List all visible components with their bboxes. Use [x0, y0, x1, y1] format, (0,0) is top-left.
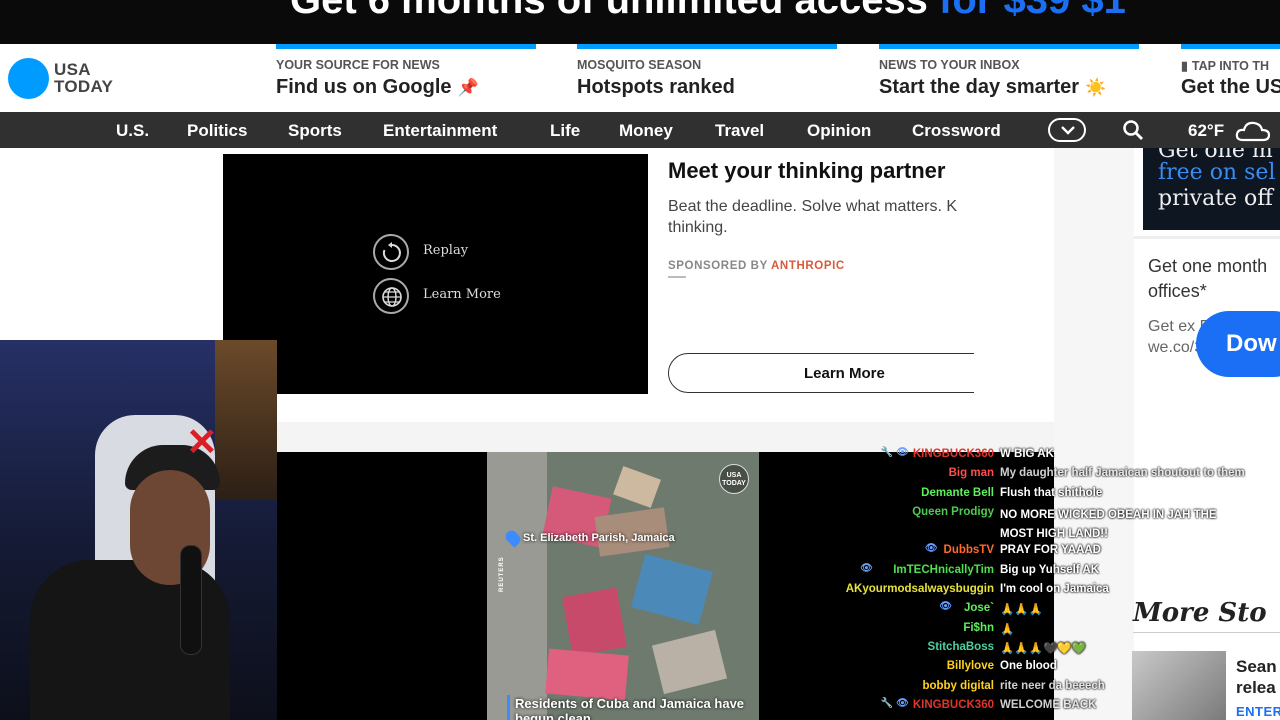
chat-message: StitchaBoss 🙏🙏🙏🖤💛💚 [0, 640, 1280, 659]
nav-sports[interactable]: Sports [288, 121, 342, 141]
sidebar-ad-line: private off [1158, 186, 1273, 211]
divider [668, 276, 686, 278]
chat-text: WELCOME BACK [1000, 699, 1097, 711]
chat-username[interactable]: bobby digital [922, 680, 994, 692]
chat-username[interactable]: Billylove [947, 660, 994, 672]
chat-badge-icon: 👁 [860, 563, 873, 574]
chat-username[interactable]: DubbsTV [944, 544, 994, 556]
search-icon[interactable] [1122, 119, 1144, 141]
promo-eyebrow: ▮ TAP INTO TH [1181, 59, 1269, 73]
promo-headline: Hotspots ranked [577, 76, 735, 98]
chat-username[interactable]: Queen Prodigy [912, 506, 994, 518]
chat-message: Billylove One blood [0, 659, 1280, 678]
chat-message: 🔧 👁 KINGBUCK360 W BIG AK [0, 447, 1280, 466]
chat-text: 🙏 [1000, 624, 1015, 636]
chat-message: AKyourmodsalwaysbuggin I'm cool on Jamaic… [0, 582, 1280, 601]
chat-badge-icon: 👁 [924, 543, 938, 554]
promo-banner-text: Get 6 months of unlimited access for $39… [290, 0, 1126, 22]
chat-badge-icon: 👁 [939, 601, 952, 612]
ad-learn-more-button[interactable]: Learn More [668, 353, 974, 393]
ad-video-player[interactable]: Replay Learn More [223, 154, 648, 394]
learn-more-label: Learn More [423, 287, 501, 302]
promo-banner[interactable]: Get 6 months of unlimited access for $39… [0, 0, 1280, 44]
promo-accent-bar [577, 44, 837, 49]
nav-entertainment[interactable]: Entertainment [383, 121, 497, 141]
promo-headline: Find us on Google 📌 [276, 76, 479, 98]
nav-us[interactable]: U.S. [116, 121, 149, 141]
chat-badge-icon: 🔧 👁 [880, 447, 909, 458]
replay-icon [382, 242, 401, 262]
site-header: USA TODAY YOUR SOURCE FOR NEWS Find us o… [0, 44, 1280, 112]
chat-text: My daughter half Jamaican shoutout to th… [1000, 467, 1245, 479]
chat-text: Big up Yuhself AK [1000, 564, 1100, 576]
download-button[interactable]: Dow [1196, 311, 1280, 377]
sidebar-ad-headline[interactable]: Get one month offices* [1148, 254, 1280, 304]
chat-text: One blood [1000, 660, 1057, 672]
chat-message: 🔧 👁 KINGBUCK360 WELCOME BACK [0, 698, 1280, 717]
chat-message: 👁 ImTECHnicallyTim Big up Yuhself AK [0, 563, 1280, 582]
sidebar-ad-line: free on sel [1158, 160, 1276, 185]
promo-headline: Get the US [1181, 76, 1280, 98]
chat-text: 🙏🙏🙏 [1000, 604, 1043, 616]
nav-more-button[interactable] [1048, 118, 1086, 142]
chat-text: rite neer da beeech [1000, 680, 1105, 692]
chat-message: Queen Prodigy NO MORE WICKED OBEAH IN JAH… [0, 505, 1280, 540]
usa-today-logo[interactable]: USA TODAY [54, 61, 113, 95]
chat-username[interactable]: Big man [949, 467, 994, 479]
promo-accent-bar [276, 44, 536, 49]
phone-icon: ▮ [1181, 59, 1188, 73]
chat-message: bobby digital rite neer da beeech [0, 679, 1280, 698]
sponsor-name: ANTHROPIC [771, 260, 845, 272]
chat-username[interactable]: ImTECHnicallyTim [893, 564, 994, 576]
weather-temperature[interactable]: 62°F [1188, 121, 1224, 141]
main-nav: U.S. Politics Sports Entertainment Life … [0, 112, 1280, 148]
chat-message: 👁 Jose` 🙏🙏🙏 [0, 601, 1280, 620]
promo-eyebrow: MOSQUITO SEASON [577, 58, 702, 72]
chat-text: I'm cool on Jamaica [1000, 583, 1109, 595]
promo-headline: Start the day smarter ☀️ [879, 76, 1107, 98]
nav-money[interactable]: Money [619, 121, 673, 141]
chat-message: Fi$hn 🙏 [0, 621, 1280, 640]
ad-card: Meet your thinking partner Beat the dead… [648, 148, 974, 422]
cloud-icon[interactable] [1235, 120, 1271, 142]
chat-text: 🙏🙏🙏🖤💛💚 [1000, 643, 1086, 655]
sidebar-ad-image[interactable]: Get one m free on sel private off [1143, 148, 1280, 230]
chat-message: 👁 DubbsTV PRAY FOR YAAAD [0, 543, 1280, 562]
nav-politics[interactable]: Politics [187, 121, 247, 141]
sun-icon: ☀️ [1085, 78, 1107, 97]
replay-label: Replay [423, 243, 469, 258]
chat-username[interactable]: Fi$hn [963, 622, 994, 634]
chat-username[interactable]: StitchaBoss [928, 641, 994, 653]
globe-icon [382, 287, 402, 307]
promo-eyebrow: YOUR SOURCE FOR NEWS [276, 58, 440, 72]
chat-username[interactable]: AKyourmodsalwaysbuggin [846, 583, 994, 595]
ad-sponsored-by: SPONSORED BY ANTHROPIC [668, 260, 845, 272]
chat-text: PRAY FOR YAAAD [1000, 544, 1101, 556]
chat-text: W BIG AK [1000, 448, 1054, 460]
chat-text: Flush that shithole [1000, 487, 1103, 499]
chat-badge-icon: 🔧 👁 [880, 698, 909, 709]
chat-username[interactable]: Demante Bell [921, 487, 994, 499]
promo-eyebrow: NEWS TO YOUR INBOX [879, 58, 1020, 72]
nav-travel[interactable]: Travel [715, 121, 764, 141]
chat-message: Demante Bell Flush that shithole [0, 486, 1280, 505]
ad-description: Beat the deadline. Solve what matters. K… [668, 198, 958, 236]
nav-crossword[interactable]: Crossword [912, 121, 1001, 141]
chat-text: NO MORE WICKED OBEAH IN JAH THE MOST HIG… [1000, 509, 1217, 540]
ad-title[interactable]: Meet your thinking partner [668, 158, 945, 184]
pin-icon: 📌 [457, 78, 479, 97]
nav-opinion[interactable]: Opinion [807, 121, 871, 141]
chat-message: Big man My daughter half Jamaican shoutou… [0, 466, 1280, 485]
promo-accent-bar [1181, 44, 1280, 49]
chevron-down-icon [1061, 126, 1075, 135]
chat-username[interactable]: KINGBUCK360 [913, 699, 994, 711]
nav-life[interactable]: Life [550, 121, 580, 141]
promo-accent-bar [879, 44, 1139, 49]
usa-today-logo-dot[interactable] [8, 58, 49, 99]
divider [1134, 236, 1280, 239]
chat-username[interactable]: KINGBUCK360 [913, 448, 994, 460]
chat-username[interactable]: Jose` [964, 602, 994, 614]
